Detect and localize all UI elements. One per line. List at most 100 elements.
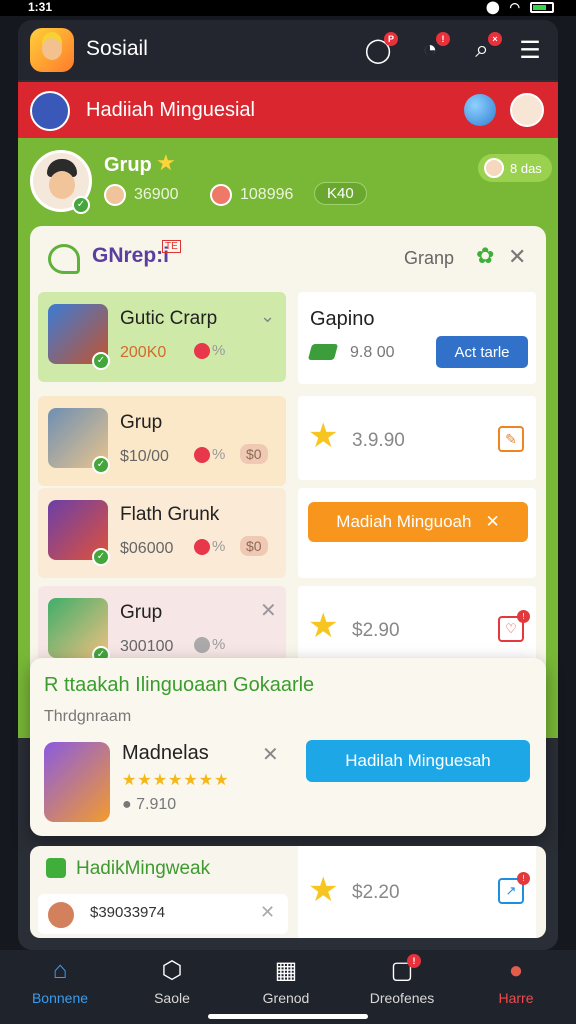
nav-harre[interactable]: ● Harre <box>466 956 566 1016</box>
group-item[interactable]: ✓ Gutic Crarp ⌄ 200K0 % <box>38 292 286 382</box>
close-icon[interactable]: ✕ <box>260 902 275 923</box>
profile-name: Grup <box>104 154 152 176</box>
percent-icon <box>194 636 210 653</box>
avatar <box>46 900 76 930</box>
status-icons: ⬤ ◠ <box>486 0 554 14</box>
edit-icon[interactable]: ✎ <box>498 426 524 452</box>
group-item[interactable]: ✓ Flath Grunk $06000 % $0 <box>38 488 286 578</box>
nav-home[interactable]: ⌂ Bonnene <box>10 956 110 1016</box>
weekly-reward-banner[interactable]: Hadiiah Minguesial <box>18 82 558 138</box>
location-icon: ⬤ <box>486 0 500 14</box>
gift-icon[interactable]: ♡! <box>498 610 530 642</box>
group-value: 200K0 <box>120 344 167 361</box>
stat-pill[interactable]: K40 <box>314 182 367 205</box>
points-icon <box>210 184 232 206</box>
action-button[interactable]: Act tarle <box>436 336 528 368</box>
app-logo-icon[interactable] <box>30 28 74 72</box>
group-chip: $0 <box>240 444 268 464</box>
list-item[interactable]: $39033974 ✕ <box>38 894 288 934</box>
rating-stars: ★★★★★★★ <box>122 772 230 789</box>
share-icon[interactable]: ↗! <box>498 872 530 904</box>
percent-icon <box>194 446 210 463</box>
home-icon: ⌂ <box>52 957 68 984</box>
grid-icon: ▦ <box>274 957 298 984</box>
group-logo-icon <box>48 244 80 274</box>
group-value: $06000 <box>120 540 174 557</box>
cash-icon <box>307 344 339 360</box>
group-percent: % <box>194 636 225 653</box>
close-icon[interactable]: ✕ <box>262 742 279 767</box>
group-percent: % <box>194 342 225 359</box>
group-name: Grup <box>120 412 163 433</box>
member-icon <box>104 184 126 206</box>
clover-icon[interactable]: ✿ <box>476 244 500 268</box>
verified-icon: ✓ <box>92 548 110 566</box>
chip-avatar <box>484 158 504 178</box>
group-percent: % <box>194 538 225 555</box>
weekly-reward-button[interactable]: Madiah Minguoah ✕ <box>308 502 528 542</box>
card-title: GNrep:i <box>92 244 170 267</box>
shield-icon: ⬡ <box>161 957 183 984</box>
profile-icon: ● <box>508 957 524 984</box>
star-icon: ★ <box>308 607 339 645</box>
search-icon[interactable]: ⌕ × <box>466 32 502 66</box>
reward-pane: Madiah Minguoah ✕ <box>298 488 536 578</box>
weekly-title: HadikMingweak <box>76 858 211 879</box>
price-pane: ★ 3.9.90 ✎ <box>298 396 536 480</box>
stat-members: 36900 <box>104 184 179 206</box>
coin-icon: ● <box>122 796 132 813</box>
pane-value: 9.8 00 <box>350 344 395 361</box>
price-value: 3.9.90 <box>352 430 405 451</box>
banner-title: Hadiiah Minguesial <box>86 99 255 121</box>
reward-popup: R ttaakah Ilinguoaan Gokaarle Thrdgnraam… <box>30 658 546 836</box>
chat-bubble-icon[interactable]: ◯ P <box>362 32 398 66</box>
group-name: Grup <box>120 602 163 623</box>
remove-icon[interactable]: ✕ <box>260 598 277 623</box>
percent-icon <box>194 538 210 555</box>
battery-icon <box>530 1 554 13</box>
status-bar: 1:31 ⬤ ◠ <box>0 0 576 16</box>
group-value: $10/00 <box>120 448 169 465</box>
stat-points: 108996 <box>210 184 293 206</box>
group-name: Flath Grunk <box>120 504 220 525</box>
popup-subtitle: Thrdgnraam <box>44 708 132 725</box>
bottom-nav: ⌂ Bonnene ⬡ Saole ▦ Grenod ▢! Dreofenes … <box>0 950 576 1024</box>
weekly-reward-button[interactable]: Hadilah Minguesah <box>306 740 530 782</box>
item-thumbnail <box>44 742 110 822</box>
top-bar: Sosiail ◯ P ◔! ⌕ × ☰ <box>18 20 558 80</box>
verified-icon: ✓ <box>92 352 110 370</box>
home-indicator[interactable] <box>208 1014 368 1019</box>
close-icon[interactable]: ✕ <box>508 244 526 270</box>
menu-icon[interactable]: ☰ <box>514 34 546 66</box>
globe-icon[interactable] <box>464 94 496 126</box>
days-chip[interactable]: 8 das <box>478 154 552 182</box>
group-name: Gutic Crarp <box>120 308 218 329</box>
item-name: Madnelas <box>122 742 209 764</box>
price-pane: ★ $2.20 ↗! <box>298 846 536 938</box>
status-time: 1:31 <box>28 0 53 14</box>
chat-icon: ▢! <box>387 954 421 986</box>
item-rating: ● 7.910 <box>122 796 177 813</box>
group-logo-icon <box>46 858 66 878</box>
chevron-down-icon[interactable]: ⌄ <box>260 306 275 327</box>
nav-grenod[interactable]: ▦ Grenod <box>236 956 336 1016</box>
group-item[interactable]: ✓ Grup $10/00 % $0 <box>38 396 286 486</box>
verified-icon: ✓ <box>72 196 90 214</box>
clock-icon[interactable]: ◔! <box>414 32 450 66</box>
star-icon: ★ <box>156 150 176 175</box>
price-value: $2.20 <box>352 882 400 903</box>
popup-title: R ttaakah Ilinguoaan Gokaarle <box>44 674 315 696</box>
wifi-icon: ◠ <box>509 0 520 14</box>
close-icon[interactable]: ✕ <box>485 512 499 532</box>
nav-saole[interactable]: ⬡ Saole <box>122 956 222 1016</box>
banner-avatar <box>30 91 70 131</box>
app-title: Sosiail <box>86 37 148 60</box>
group-value: 300100 <box>120 638 174 655</box>
nav-dreofenes[interactable]: ▢! Dreofenes <box>352 954 452 1016</box>
card-tag: TE <box>162 240 181 253</box>
group-percent: % <box>194 446 225 463</box>
weekly-card: HadikMingweak $39033974 ✕ ★ $2.20 ↗! <box>30 846 546 938</box>
gaming-pane: Gapino 9.8 00 Act tarle <box>298 292 536 384</box>
user-avatar[interactable] <box>510 93 544 127</box>
star-icon: ★ <box>308 871 339 909</box>
